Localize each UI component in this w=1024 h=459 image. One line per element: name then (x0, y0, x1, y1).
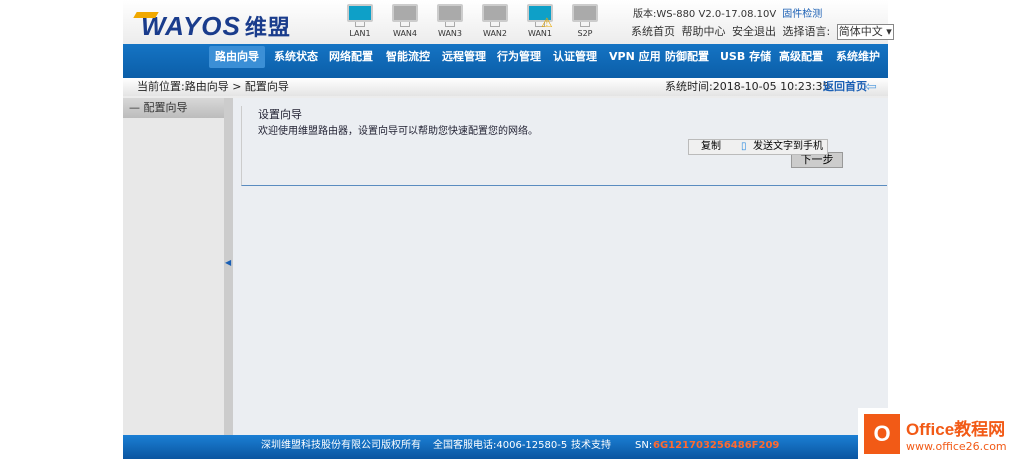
monitor-stand (355, 22, 365, 27)
port-label: WAN4 (392, 29, 418, 38)
monitor-stand (580, 22, 590, 27)
serial-number: 6G121703256486F209 (653, 440, 780, 451)
nav-tab-6[interactable]: 认证管理 (547, 46, 603, 68)
chevron-down-icon: ▾ (886, 25, 892, 38)
footer: 深圳维盟科技股份有限公司版权所有 全国客服电话:4006-12580-5 技术支… (123, 435, 888, 459)
breadcrumb-bar: 当前位置:路由向导 > 配置向导 系统时间:2018-10-05 10:23:3… (123, 78, 888, 96)
version-text: 版本:WS-880 V2.0-17.08.10V (633, 9, 777, 20)
nav-tab-7[interactable]: VPN 应用 (603, 46, 667, 68)
content: 设置向导 欢迎使用维盟路由器，设置向导可以帮助您快速配置您的网络。 下一步 复制… (233, 98, 888, 435)
port-label: S2P (577, 29, 593, 38)
port-wan4[interactable]: WAN4 (390, 4, 420, 38)
nav-tab-11[interactable]: 系统维护 (830, 46, 886, 68)
sn-label: SN: (635, 440, 653, 451)
version-info: 版本:WS-880 V2.0-17.08.10V 固件检测 (633, 5, 822, 20)
watermark-title: Office教程网 (906, 419, 1006, 439)
collapse-arrow-icon: ◀ (225, 258, 232, 267)
nav-tab-8[interactable]: 防御配置 (659, 46, 715, 68)
sidebar-item-label: 配置向导 (143, 101, 188, 114)
monitor-icon (437, 4, 463, 22)
monitor-icon (347, 4, 373, 22)
logo[interactable]: WAYOS 维盟 (133, 10, 291, 42)
context-popup: 复制 ▯ 发送文字到手机 (688, 139, 828, 155)
logo-cn: 维盟 (244, 15, 291, 40)
port-wan1[interactable]: WAN1 ⚠ (525, 4, 555, 38)
link-help[interactable]: 帮助中心 (682, 25, 726, 38)
port-label: WAN3 (437, 29, 463, 38)
copy-option[interactable]: 复制 (701, 140, 721, 154)
monitor-icon (392, 4, 418, 22)
system-time: 系统时间:2018-10-05 10:23:35 (665, 80, 830, 93)
monitor-stand (490, 22, 500, 27)
header: WAYOS 维盟 LAN1 WAN4 WAN3 WAN2 WAN1 ⚠ S2P 版本:WS-8… (123, 0, 894, 44)
language-select[interactable]: 简体中文 ▾ (836, 24, 894, 40)
port-wan3[interactable]: WAN3 (435, 4, 465, 38)
firmware-check-link[interactable]: 固件检测 (782, 9, 822, 20)
lang-label: 选择语言: (782, 25, 831, 38)
wizard-desc: 欢迎使用维盟路由器，设置向导可以帮助您快速配置您的网络。 (258, 126, 538, 137)
port-lan1[interactable]: LAN1 (345, 4, 375, 38)
nav-tab-3[interactable]: 智能流控 (380, 46, 436, 68)
router-admin-page: WAYOS 维盟 LAN1 WAN4 WAN3 WAN2 WAN1 ⚠ S2P 版本:WS-8… (123, 0, 894, 459)
link-logout[interactable]: 安全退出 (732, 25, 776, 38)
watermark-url: www.office26.com (906, 439, 1007, 453)
port-s2p[interactable]: S2P (570, 4, 600, 38)
sidebar-toggle[interactable]: ◀ (225, 98, 233, 435)
sidebar: — 配置向导 (123, 98, 225, 435)
send-to-phone-option[interactable]: 发送文字到手机 (753, 140, 823, 154)
phone-icon: ▯ (741, 141, 747, 152)
nav-tab-5[interactable]: 行为管理 (491, 46, 547, 68)
nav-tab-10[interactable]: 高级配置 (773, 46, 829, 68)
nav-tab-2[interactable]: 网络配置 (323, 46, 379, 68)
tech-support-link[interactable]: 技术支持 (571, 435, 611, 457)
back-arrow-icon[interactable]: ⇦ (865, 78, 877, 96)
port-wan2[interactable]: WAN2 (480, 4, 510, 38)
link-home[interactable]: 系统首页 (631, 25, 675, 38)
office-logo-icon: O (864, 413, 900, 454)
nav-tab-0[interactable]: 路由向导 (209, 46, 265, 68)
nav-tab-9[interactable]: USB 存储 (714, 46, 777, 68)
copyright: 深圳维盟科技股份有限公司版权所有 (261, 440, 421, 451)
wizard-title: 设置向导 (258, 108, 302, 121)
monitor-icon (572, 4, 598, 22)
warning-icon: ⚠ (541, 16, 553, 31)
monitor-icon (482, 4, 508, 22)
nav-tab-4[interactable]: 远程管理 (436, 46, 492, 68)
back-home-link[interactable]: 返回首页 (823, 78, 867, 96)
monitor-stand (445, 22, 455, 27)
port-label: WAN2 (482, 29, 508, 38)
lang-value: 简体中文 (838, 25, 883, 38)
main-nav: 路由向导 系统状态 网络配置 智能流控 远程管理 行为管理 认证管理 VPN 应用 防御配置 US… (123, 44, 888, 78)
sidebar-item-config-wizard[interactable]: — 配置向导 (123, 98, 224, 118)
service-phone: 全国客服电话:4006-12580-5 (433, 440, 568, 451)
port-label: LAN1 (349, 29, 371, 38)
collapse-icon: — (129, 101, 144, 114)
breadcrumb: 当前位置:路由向导 > 配置向导 (137, 80, 289, 93)
monitor-stand (400, 22, 410, 27)
header-links: 系统首页 帮助中心 安全退出 选择语言: 简体中文 ▾ (631, 23, 897, 40)
wizard-panel: 设置向导 欢迎使用维盟路由器，设置向导可以帮助您快速配置您的网络。 下一步 复制… (241, 106, 887, 186)
watermark: O Office教程网 www.office26.com (858, 408, 1024, 459)
nav-tab-1[interactable]: 系统状态 (268, 46, 324, 68)
